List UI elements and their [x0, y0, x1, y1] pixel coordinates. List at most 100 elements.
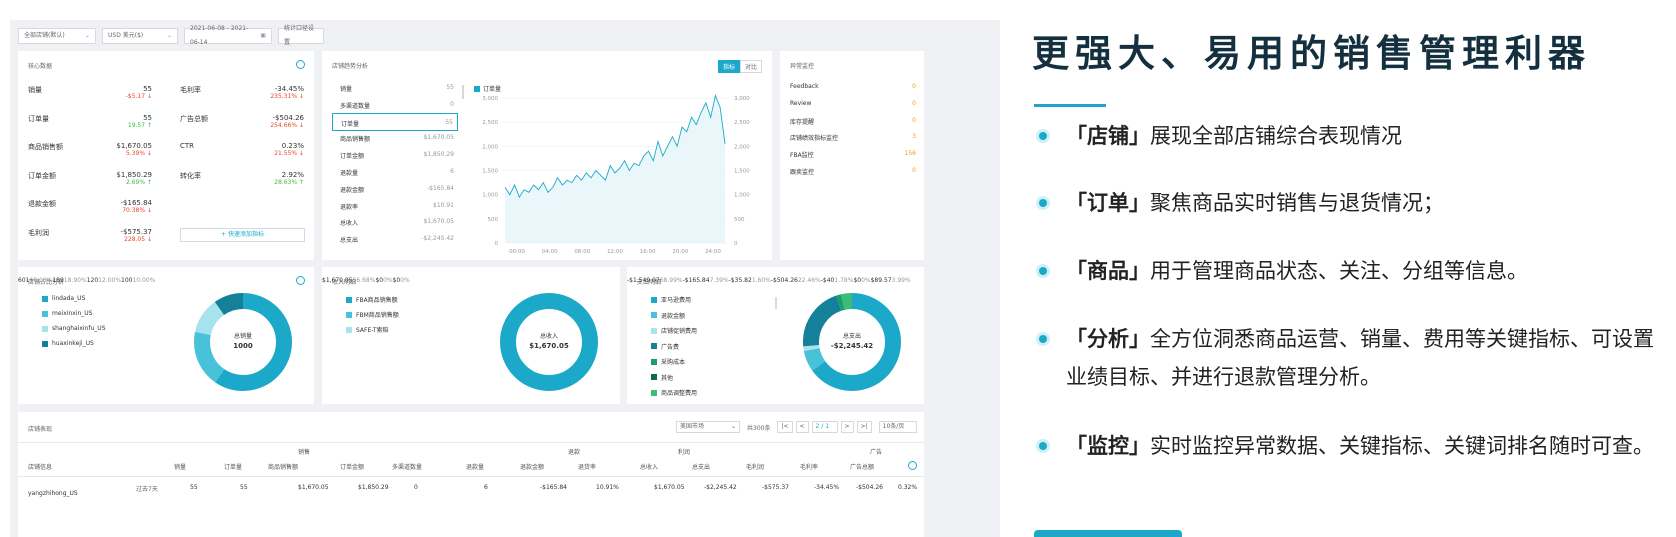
legend-value: 120: [86, 277, 99, 284]
cta-button[interactable]: [1034, 530, 1182, 537]
trend-metric-item[interactable]: 退款率 $10.91: [332, 197, 458, 215]
trend-metric-item[interactable]: 退款金额 -$165.84: [332, 180, 458, 198]
add-metric-button[interactable]: + 快速添加指标: [180, 228, 305, 242]
bullet-icon: [1036, 332, 1050, 346]
monitor-item[interactable]: Feedback 0: [790, 83, 916, 90]
store-select[interactable]: 全部店铺(默认) ⌄: [18, 28, 96, 44]
region-select[interactable]: 美国市场 ⌄: [676, 421, 740, 433]
trend-metric-item[interactable]: 订单金额 $1,850.29: [332, 146, 458, 164]
table-column-label[interactable]: 广告总额: [850, 462, 874, 471]
info-icon[interactable]: [296, 60, 305, 69]
toggle-metric[interactable]: 指标: [718, 60, 741, 73]
table-column-label[interactable]: 总收入: [640, 462, 658, 471]
monitor-item[interactable]: FBA监控 156: [790, 150, 916, 159]
bullet-icon: [1036, 264, 1050, 278]
legend-item: 店铺促销费用: [651, 326, 697, 335]
divider: [18, 476, 924, 477]
table-column-label[interactable]: 销量: [174, 462, 186, 471]
trend-metric-value: 55: [446, 84, 454, 91]
date-range-picker[interactable]: 2021-06-08 - 2021-06-14 ▣: [184, 25, 272, 46]
legend-scrollbar[interactable]: [775, 297, 777, 309]
trend-metric-item[interactable]: 订单量 55: [332, 112, 458, 131]
table-column-label[interactable]: 店铺信息: [28, 462, 52, 471]
table-column-label[interactable]: 毛利率: [800, 462, 818, 471]
trend-metric-label: 订单金额: [340, 153, 365, 161]
monitor-label: 跟卖监控: [790, 169, 815, 176]
currency-select[interactable]: USD 美元($) ⌄: [102, 28, 178, 44]
feature-store: 「店铺」展现全部店铺综合表现情况: [1066, 117, 1666, 155]
row-cell: 55: [240, 484, 248, 491]
table-column-label[interactable]: 商品销售额: [268, 462, 298, 471]
row-cell: 55: [190, 484, 198, 491]
column-settings-icon[interactable]: [908, 461, 917, 470]
table-column-label[interactable]: 订单金额: [340, 462, 364, 471]
stats-settings-label: 统计口径设置: [284, 25, 315, 46]
legend-item: shanghaixinfu_US: [42, 325, 106, 332]
donut-center-label: 总支出: [842, 333, 861, 340]
monitor-item[interactable]: 库存提醒 0: [790, 117, 916, 126]
table-column-label[interactable]: 退货率: [578, 462, 596, 471]
legend-percent: 18.90%: [63, 277, 87, 284]
row-cell: 0: [414, 484, 418, 491]
row-cell: $1,670.05: [298, 484, 329, 491]
feature-monitor: 「监控」实时监控异常数据、关键指标、关键词排名随时可查。: [1066, 427, 1666, 465]
trend-metric-item[interactable]: 总支出 -$2,245.42: [332, 230, 458, 248]
x-tick-label: 20:00: [672, 249, 688, 255]
metric-list-scrollbar[interactable]: [462, 85, 464, 99]
trend-metric-item[interactable]: 多渠道数量 0: [332, 96, 458, 114]
prev-page-button[interactable]: <: [795, 421, 809, 433]
calendar-icon: ▣: [260, 32, 266, 39]
legend-name: SAFE-T索赔: [356, 327, 389, 334]
trend-metric-item[interactable]: 商品销售额 $1,670.05: [332, 129, 458, 147]
table-column-label[interactable]: 毛利润: [746, 462, 764, 471]
x-tick-label: 16:00: [640, 249, 656, 255]
y-right-tick-label: 3,000: [734, 96, 750, 102]
first-page-button[interactable]: |<: [777, 421, 793, 433]
y-tick-label: 2,500: [482, 120, 498, 126]
legend-name: 其他: [661, 374, 674, 382]
table-column-label[interactable]: 订单量: [224, 462, 242, 471]
table-column-label[interactable]: 多渠道数量: [392, 462, 422, 471]
row-cell: 6: [484, 484, 488, 491]
per-page-select[interactable]: 10条/页: [878, 421, 917, 433]
dashboard-screenshot: 全部店铺(默认) ⌄ USD 美元($) ⌄ 2021-06-08 - 2021-0…: [10, 20, 1000, 537]
monitor-count: 0: [912, 116, 916, 124]
y-tick-label: 1,500: [482, 169, 498, 175]
next-page-button[interactable]: >: [840, 421, 854, 433]
trend-panel: 店铺趋势分析 指标 对比 销量 55 多渠道数量 0 订单量 55 商品销售额 $1,670.…: [322, 51, 772, 260]
legend-percent: 0%: [861, 277, 871, 284]
trend-metric-item[interactable]: 总收入 $1,670.05: [332, 213, 458, 231]
trend-metric-item[interactable]: 退款量 6: [332, 163, 458, 181]
trend-metric-label: 销量: [340, 86, 353, 93]
trend-metric-value: -$165.84: [427, 184, 454, 192]
legend-swatch: [346, 311, 352, 318]
y-tick-label: 2,000: [482, 144, 498, 150]
monitor-item[interactable]: 店铺绩效指标监控 3: [790, 133, 916, 142]
table-column-label[interactable]: 退款量: [466, 462, 484, 471]
legend-value: 100: [121, 277, 133, 284]
trend-metric-item[interactable]: 销量 55: [332, 79, 458, 97]
toggle-compare[interactable]: 对比: [740, 60, 763, 73]
stats-settings-button[interactable]: 统计口径设置: [278, 25, 324, 46]
table-column-label[interactable]: 总支出: [692, 462, 710, 471]
metric-change: 2.69% ↑: [126, 178, 152, 186]
monitor-item[interactable]: Review 0: [790, 100, 916, 107]
metric-label: 广告总额: [180, 114, 208, 123]
trend-metric-label: 退款量: [340, 170, 359, 177]
page-input[interactable]: 2 / 1: [811, 421, 838, 433]
last-page-button[interactable]: >|: [856, 421, 872, 433]
metric-value: 55: [143, 85, 152, 93]
info-icon[interactable]: [296, 276, 305, 285]
legend-item: 采购成本: [651, 357, 685, 366]
headline-underline: [1034, 104, 1106, 107]
trend-metric-value: $1,850.29: [423, 151, 454, 159]
legend-label: 订单量: [483, 86, 502, 93]
table-column-label[interactable]: 退款金额: [520, 462, 544, 471]
monitor-item[interactable]: 跟卖监控 0: [790, 167, 916, 176]
metric-value: -$504.26: [272, 113, 304, 122]
row-cell: -$575.37: [762, 484, 789, 491]
metric-label: CTR: [180, 142, 195, 150]
legend-name: 店铺促销费用: [661, 328, 698, 335]
legend-percent: 1.60%: [751, 277, 771, 284]
table-group-label: 广告: [870, 449, 883, 456]
